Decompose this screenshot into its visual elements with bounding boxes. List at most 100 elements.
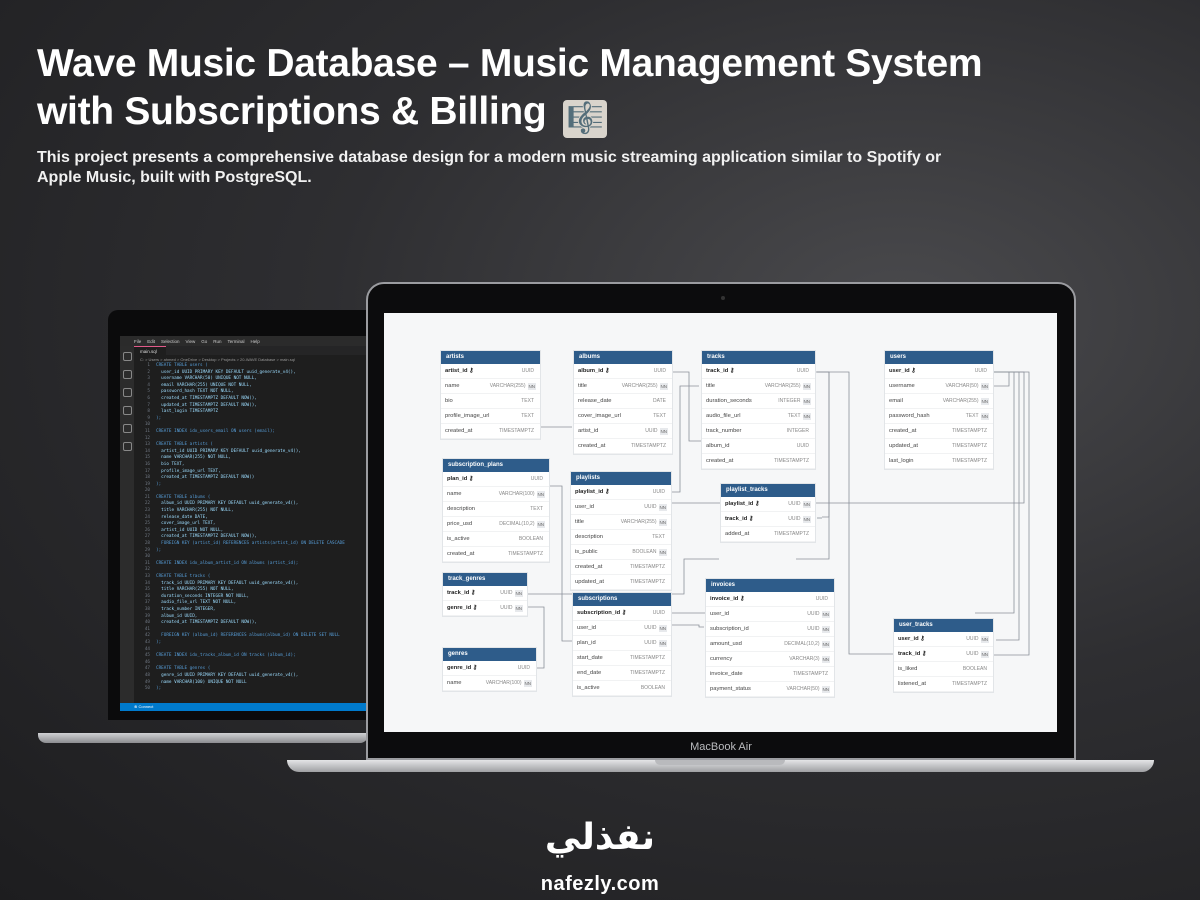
column-name: duration_seconds (706, 398, 752, 404)
er-table-tracks[interactable]: tracks track_id ⚷ UUID title VARCHAR(255) NN d… (702, 351, 815, 469)
menu-item-run[interactable]: Run (213, 339, 221, 344)
er-table-user-tracks[interactable]: user_tracks user_id ⚷ UUID NN track_id ⚷ UUID… (894, 619, 993, 692)
menu-item-selection[interactable]: Selection (161, 339, 180, 344)
column-type: TIMESTAMPTZ (774, 531, 809, 537)
er-column-row: playlist_id ⚷ UUID (571, 485, 671, 500)
er-column-row: track_id ⚷ UUID NN (894, 647, 993, 662)
column-name: name (447, 680, 462, 686)
er-column-row: album_id ⚷ UUID (574, 364, 672, 379)
line-number: 16 (144, 461, 150, 467)
code-line: 37 audio_file_url TEXT NOT NULL, (136, 600, 368, 607)
extensions-icon[interactable] (122, 424, 132, 433)
camera-icon (721, 296, 725, 300)
menu-item-edit[interactable]: Edit (147, 339, 155, 344)
code-text: CREATE TABLE genres ( (156, 666, 211, 672)
source-control-icon[interactable] (122, 388, 132, 397)
code-text: name VARCHAR(255) NOT NULL, (156, 455, 232, 461)
code-line: 28 FOREIGN KEY (artist_id) REFERENCES ar… (136, 541, 368, 548)
search-icon[interactable] (122, 370, 132, 379)
not-null-badge: NN (802, 397, 811, 405)
code-line: 23 title VARCHAR(255) NOT NULL, (136, 508, 368, 515)
column-type: TEXT (787, 413, 801, 419)
column-name: title (706, 383, 716, 389)
line-number: 15 (144, 455, 150, 461)
er-table-playlists[interactable]: playlists playlist_id ⚷ UUID user_id UUID NN t… (571, 472, 671, 590)
line-number: 48 (144, 672, 150, 678)
column-name: description (575, 534, 604, 540)
column-type: TIMESTAMPTZ (952, 681, 987, 687)
code-text: created_at TIMESTAMPTZ DEFAULT NOW(), (156, 395, 257, 401)
code-line: 15 name VARCHAR(255) NOT NULL, (136, 455, 368, 462)
column-name: last_login (889, 458, 914, 464)
code-text: created_at TIMESTAMPTZ DEFAULT NOW() (156, 475, 255, 481)
menu-item-terminal[interactable]: Terminal (228, 339, 245, 344)
er-column-row: created_at TIMESTAMPTZ (443, 547, 549, 562)
line-number: 45 (144, 653, 150, 659)
er-table-subscriptions[interactable]: subscriptions subscription_id ⚷ UUID user_i… (573, 593, 671, 696)
er-column-row: track_id ⚷ UUID (702, 364, 815, 379)
column-type: VARCHAR(50) (945, 383, 979, 389)
column-type: UUID (652, 489, 665, 495)
er-table-track-genres[interactable]: track_genres track_id ⚷ UUID NN genre_id ⚷ UU… (443, 573, 527, 616)
er-column-row: plan_id ⚷ UUID (443, 472, 549, 487)
column-name: track_id ⚷ (725, 516, 754, 522)
er-table-albums[interactable]: albums album_id ⚷ UUID title VARCHAR(255) NN r… (574, 351, 672, 454)
code-text: FOREIGN KEY (artist_id) REFERENCES artis… (156, 541, 345, 547)
er-column-row: price_usd DECIMAL(10,2) NN (443, 517, 549, 532)
status-connect[interactable]: Connect (138, 704, 153, 709)
er-column-row: description TEXT (571, 530, 671, 545)
menu-item-help[interactable]: Help (251, 339, 260, 344)
er-column-row: is_active BOOLEAN (573, 681, 671, 696)
er-table-playlist-tracks[interactable]: playlist_tracks playlist_id ⚷ UUID NN track_… (721, 484, 815, 542)
column-name: album_id ⚷ (578, 368, 610, 374)
explorer-icon[interactable] (122, 352, 132, 361)
code-line: 40 created_at TIMESTAMPTZ DEFAULT NOW(), (136, 620, 368, 627)
er-table-title: track_genres (443, 573, 527, 586)
er-table-subscription-plans[interactable]: subscription_plans plan_id ⚷ UUID name VARCH… (443, 459, 549, 562)
tab-main-sql[interactable]: main.sql (134, 346, 166, 355)
column-type: TEXT (653, 413, 666, 419)
er-table-users[interactable]: users user_id ⚷ UUID username VARCHAR(50) NN e… (885, 351, 993, 469)
laptop-model-label: MacBook Air (690, 741, 752, 753)
column-name: cover_image_url (578, 413, 621, 419)
column-name: subscription_id (710, 626, 749, 632)
column-type: TIMESTAMPTZ (793, 671, 828, 677)
er-column-row: created_at TIMESTAMPTZ (571, 560, 671, 575)
code-text: last_login TIMESTAMPTZ (156, 409, 219, 415)
er-table-invoices[interactable]: invoices invoice_id ⚷ UUID user_id UUID NN sub… (706, 579, 834, 697)
column-name: artist_id ⚷ (445, 368, 474, 374)
code-text: CREATE TABLE users ( (156, 363, 208, 368)
column-type: TEXT (965, 413, 979, 419)
column-name: email (889, 398, 903, 404)
code-text: name VARCHAR(100) UNIQUE NOT NULL (156, 679, 247, 685)
not-null-badge: NN (802, 382, 811, 390)
column-name: user_id (575, 504, 595, 510)
menu-item-go[interactable]: Go (201, 339, 207, 344)
code-text: CREATE INDEX idx_tracks_album_id ON trac… (156, 653, 296, 659)
column-type: VARCHAR(100) (485, 680, 522, 686)
menu-item-view[interactable]: View (186, 339, 196, 344)
column-type: UUID (644, 625, 657, 631)
er-column-row: subscription_id ⚷ UUID (573, 606, 671, 621)
page-description: This project presents a comprehensive da… (37, 149, 942, 186)
run-debug-icon[interactable] (122, 406, 132, 415)
code-text: CREATE INDEX idx_album_artist_id ON albu… (156, 560, 299, 566)
er-table-artists[interactable]: artists artist_id ⚷ UUID name VARCHAR(255) NN… (441, 351, 540, 439)
column-type: TIMESTAMPTZ (631, 443, 666, 449)
menu-item-file[interactable]: File (134, 339, 141, 344)
column-name: is_active (577, 685, 600, 691)
code-editor[interactable]: 1 CREATE TABLE users (2 user_id UUID PRIM… (136, 363, 368, 693)
line-number: 25 (144, 521, 150, 527)
back-laptop-base (38, 733, 368, 743)
er-table-title: playlists (571, 472, 671, 485)
nafezly-logo: نفذلي (544, 817, 656, 858)
column-name: artist_id (578, 428, 599, 434)
er-table-genres[interactable]: genres genre_id ⚷ UUID name VARCHAR(100) NN (443, 648, 536, 691)
column-type: UUID (815, 596, 828, 602)
column-type: UUID (645, 428, 658, 434)
er-column-row: track_id ⚷ UUID NN (443, 586, 527, 601)
code-text: CREATE TABLE artists ( (156, 442, 213, 448)
code-text: audio_file_url TEXT NOT NULL, (156, 600, 237, 606)
line-number: 32 (144, 567, 150, 573)
database-icon[interactable] (122, 442, 132, 451)
